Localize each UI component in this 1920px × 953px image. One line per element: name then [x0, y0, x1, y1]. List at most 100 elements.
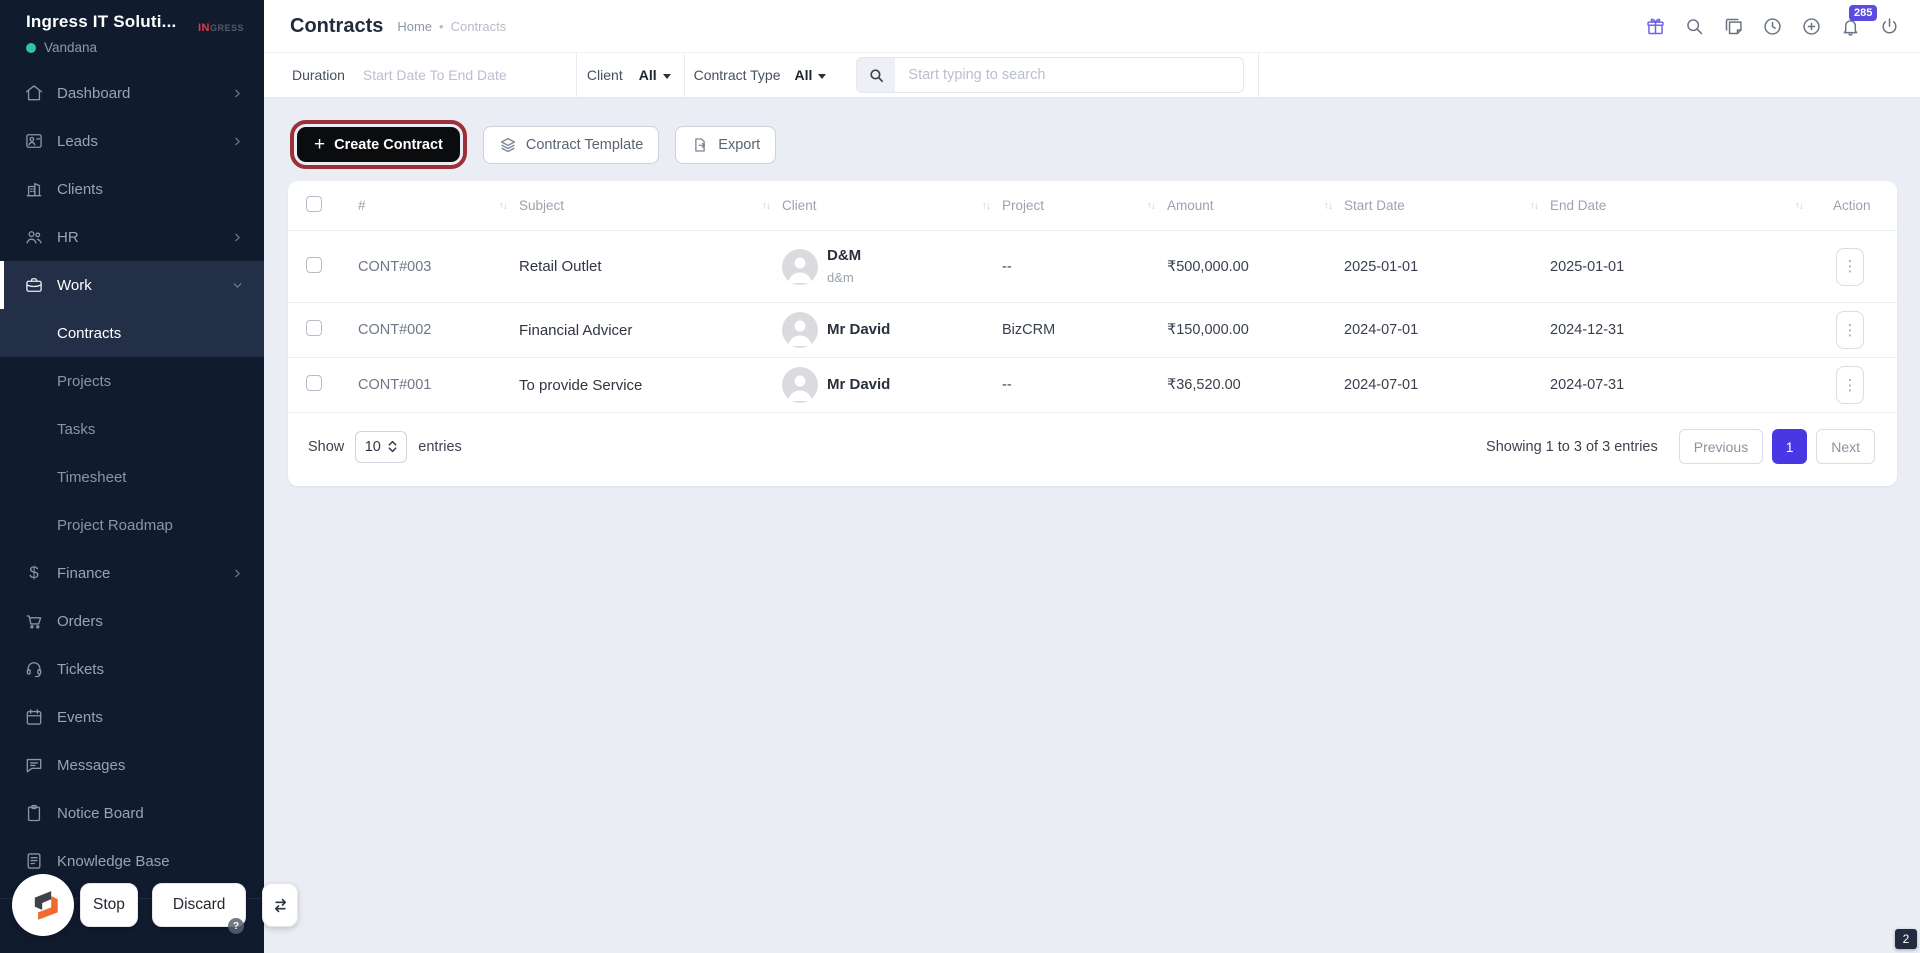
gift-icon[interactable] [1644, 15, 1666, 37]
add-icon[interactable] [1800, 15, 1822, 37]
contracts-table: # ↑↓ Subject ↑↓ Client ↑↓ Project ↑↓ Amount ↑… [288, 181, 1897, 414]
sidebar-item-clients[interactable]: Clients [0, 165, 264, 213]
sort-icon[interactable]: ↑↓ [1147, 200, 1156, 212]
swap-button[interactable] [262, 883, 299, 927]
notes-icon[interactable] [1722, 15, 1744, 37]
contract-subject[interactable]: Financial Advicer [519, 302, 782, 359]
id-badge-icon [24, 131, 44, 151]
chevron-right-icon [230, 566, 244, 580]
file-export-icon [691, 136, 709, 154]
contract-amount: ₹500,000.00 [1167, 230, 1344, 304]
contract-id: CONT#003 [358, 230, 519, 304]
search-input[interactable] [895, 58, 1244, 92]
sidebar-subitem-contracts[interactable]: Contracts [0, 309, 264, 357]
row-checkbox[interactable] [306, 375, 322, 392]
row-actions-menu-button[interactable]: ⋮ [1836, 247, 1864, 286]
online-status-dot [26, 42, 36, 53]
sidebar-item-tickets[interactable]: Tickets [0, 645, 264, 693]
search-icon[interactable] [1683, 15, 1705, 37]
clock-icon[interactable] [1761, 15, 1783, 37]
contract-subject[interactable]: To provide Service [519, 357, 782, 414]
table-row[interactable]: CONT#002 Financial Advicer Mr David BizC… [288, 302, 1897, 359]
create-contract-button[interactable]: + Create Contract [297, 127, 460, 162]
up-down-icon [388, 441, 397, 453]
contract-amount: ₹36,520.00 [1167, 357, 1344, 414]
layers-icon [499, 136, 517, 154]
row-actions-menu-button[interactable]: ⋮ [1836, 366, 1864, 405]
column-header-start-date[interactable]: Start Date [1344, 198, 1405, 213]
notifications-bell-icon[interactable]: 285 [1839, 5, 1878, 37]
sidebar-subitem-projects[interactable]: Projects [0, 357, 264, 405]
column-header-project[interactable]: Project [1002, 198, 1044, 213]
next-page-button[interactable]: Next [1816, 429, 1875, 465]
sidebar-item-orders[interactable]: Orders [0, 597, 264, 645]
contract-subject[interactable]: Retail Outlet [519, 230, 782, 304]
sort-icon[interactable]: ↑↓ [499, 200, 508, 212]
column-header-subject[interactable]: Subject [519, 198, 564, 213]
stop-button[interactable]: Stop [80, 883, 138, 927]
chevron-right-icon [230, 134, 244, 148]
sidebar-item-leads[interactable]: Leads [0, 117, 264, 165]
toolbar: + Create Contract Contract Template Expo… [290, 120, 1920, 169]
previous-page-button[interactable]: Previous [1678, 429, 1764, 465]
table-row[interactable]: CONT#003 Retail Outlet D&M d&m -- ₹500,0… [288, 230, 1897, 304]
top-header: Contracts Home • Contracts 285 [264, 0, 1920, 52]
row-actions-menu-button[interactable]: ⋮ [1836, 311, 1864, 350]
row-checkbox[interactable] [306, 256, 322, 273]
sidebar-subitem-timesheet[interactable]: Timesheet [0, 453, 264, 501]
sort-icon[interactable]: ↑↓ [1324, 200, 1333, 212]
sidebar-subitem-project-roadmap[interactable]: Project Roadmap [0, 501, 264, 549]
client-name[interactable]: Mr David [827, 319, 890, 342]
sidebar-item-work[interactable]: Work [0, 261, 264, 309]
column-header-amount[interactable]: Amount [1167, 198, 1214, 213]
filter-bar: Duration Client All Contract Type All [264, 52, 1920, 98]
chat-icon [24, 755, 44, 775]
power-icon[interactable] [1878, 15, 1900, 37]
row-checkbox[interactable] [306, 320, 322, 337]
agent-logo[interactable] [12, 874, 74, 936]
sidebar-item-hr[interactable]: HR [0, 213, 264, 261]
sort-icon[interactable]: ↑↓ [982, 200, 991, 212]
client-name[interactable]: D&M [827, 245, 861, 268]
breadcrumb-separator: • [439, 18, 444, 34]
sort-icon[interactable]: ↑↓ [1795, 200, 1804, 212]
document-icon [24, 851, 44, 871]
column-header-client[interactable]: Client [782, 198, 817, 213]
page-size-select[interactable]: 10 [355, 430, 408, 463]
contract-template-button[interactable]: Contract Template [482, 125, 660, 164]
client-filter-dropdown[interactable]: All [639, 67, 671, 83]
breadcrumb: Home • Contracts [397, 19, 506, 34]
column-header-end-date[interactable]: End Date [1550, 198, 1606, 213]
export-button[interactable]: Export [675, 125, 777, 164]
home-icon [24, 83, 44, 103]
sidebar-item-notice-board[interactable]: Notice Board [0, 789, 264, 837]
contract-end-date: 2024-12-31 [1550, 302, 1815, 359]
sidebar-item-finance[interactable]: $ Finance [0, 549, 264, 597]
select-all-checkbox[interactable] [306, 196, 322, 212]
sidebar-item-messages[interactable]: Messages [0, 741, 264, 789]
client-name[interactable]: Mr David [827, 374, 890, 397]
user-status: Vandana [26, 40, 176, 55]
sort-icon[interactable]: ↑↓ [762, 200, 771, 212]
sidebar-item-events[interactable]: Events [0, 693, 264, 741]
avatar [782, 312, 818, 349]
client-filter-label: Client [586, 67, 623, 83]
table-footer: Show 10 entries Showing 1 to 3 of 3 entr… [288, 413, 1897, 486]
page-title: Contracts [290, 14, 384, 37]
table-row[interactable]: CONT#001 To provide Service Mr David -- … [288, 357, 1897, 414]
contract-type-filter-dropdown[interactable]: All [795, 67, 827, 83]
main-area: Contracts Home • Contracts 285 Duration … [264, 0, 1920, 953]
sort-icon[interactable]: ↑↓ [1530, 200, 1539, 212]
avatar [782, 248, 818, 285]
help-icon[interactable]: ? [228, 918, 244, 934]
column-header-id[interactable]: # [358, 198, 366, 213]
client-subtitle: d&m [827, 269, 854, 285]
duration-input[interactable] [362, 67, 568, 83]
sidebar-subitem-tasks[interactable]: Tasks [0, 405, 264, 453]
contract-start-date: 2024-07-01 [1344, 302, 1550, 359]
breadcrumb-home[interactable]: Home [397, 19, 432, 34]
notification-count-badge: 285 [1849, 5, 1878, 22]
contracts-table-card: # ↑↓ Subject ↑↓ Client ↑↓ Project ↑↓ Amount ↑… [288, 181, 1897, 487]
sidebar-item-dashboard[interactable]: Dashboard [0, 69, 264, 117]
page-1-button[interactable]: 1 [1772, 429, 1808, 465]
